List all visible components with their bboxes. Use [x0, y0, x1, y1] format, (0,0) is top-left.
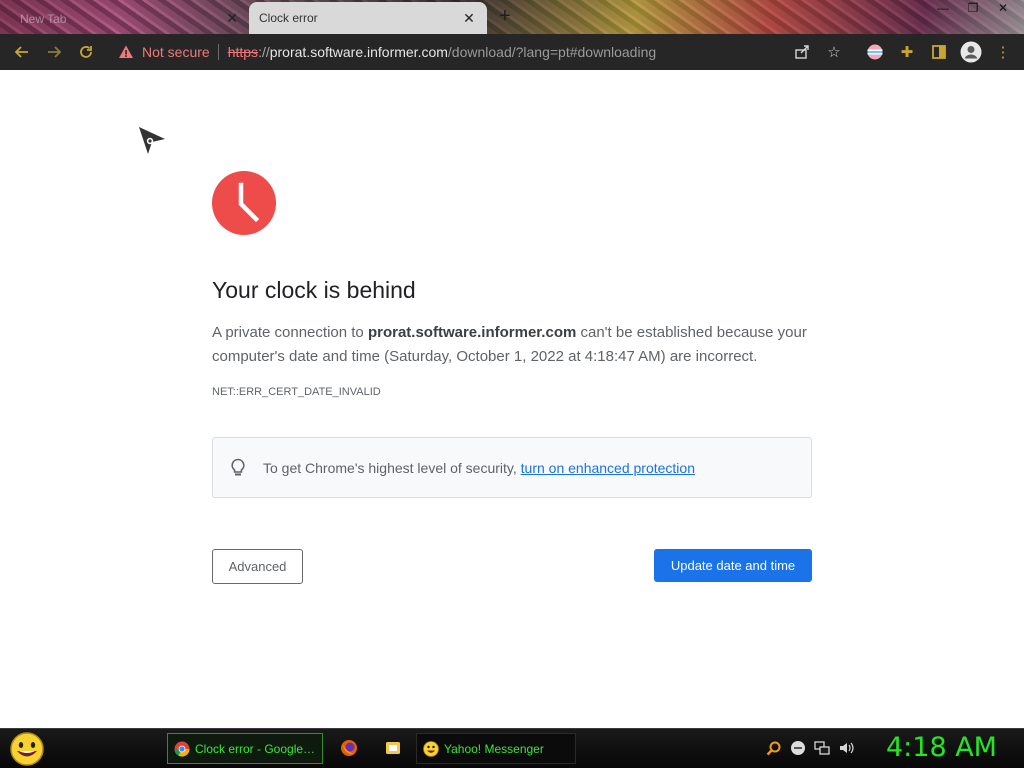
close-window-button[interactable]: ✕: [988, 0, 1018, 18]
taskbar-item-yahoo-messenger[interactable]: Yahoo! Messenger: [416, 733, 576, 764]
mouse-cursor-icon: [139, 127, 165, 154]
system-tray: [766, 739, 854, 757]
bookmark-star-icon[interactable]: ☆: [824, 42, 844, 62]
restore-button[interactable]: ❐: [958, 0, 988, 18]
page-title: Your clock is behind: [212, 277, 416, 303]
back-button[interactable]: [8, 38, 36, 66]
description-prefix: A private connection to: [212, 324, 368, 341]
reload-icon: [80, 46, 92, 58]
url-separator: ://: [258, 44, 270, 60]
task-label: Clock error - Google ...: [195, 741, 316, 756]
tab-label: New Tab: [20, 12, 67, 26]
close-icon[interactable]: ✕: [461, 10, 477, 27]
start-button-smiley-icon[interactable]: [8, 731, 46, 767]
reload-button[interactable]: [72, 38, 100, 66]
task-label: Yahoo! Messenger: [444, 741, 544, 756]
profile-avatar-icon[interactable]: [958, 38, 984, 66]
firefox-icon[interactable]: [340, 739, 358, 757]
volume-icon[interactable]: [838, 739, 854, 757]
taskbar-item-chrome[interactable]: Clock error - Google ...: [167, 733, 323, 764]
sidebar-icon[interactable]: [926, 38, 952, 66]
advanced-button[interactable]: Advanced: [212, 549, 303, 584]
error-code[interactable]: NET::ERR_CERT_DATE_INVALID: [212, 386, 381, 398]
enhanced-protection-link[interactable]: turn on enhanced protection: [521, 460, 695, 476]
url-text[interactable]: https://prorat.software.informer.com/dow…: [228, 44, 656, 60]
description-host: prorat.software.informer.com: [367, 324, 577, 341]
status-emoticon-icon[interactable]: [790, 739, 806, 757]
enhanced-protection-text: To get Chrome's highest level of securit…: [263, 460, 695, 476]
folder-icon[interactable]: [384, 739, 402, 757]
tab-strip: New Tab ✕ Clock error ✕ + — ❐ ✕: [0, 0, 1024, 34]
clock-error-icon: [212, 171, 276, 235]
menu-kebab-icon[interactable]: ⋮: [990, 38, 1016, 66]
tab-clock-error[interactable]: Clock error ✕: [249, 2, 487, 34]
omnibox-actions: ☆: [792, 42, 844, 62]
lightbulb-icon: [231, 458, 245, 475]
divider: [217, 44, 219, 60]
taskbar-clock[interactable]: 4:18 AM: [886, 732, 997, 763]
network-icon[interactable]: [814, 739, 830, 757]
flag-extension-icon[interactable]: [862, 38, 888, 66]
warning-icon[interactable]: [118, 44, 134, 60]
share-icon[interactable]: [792, 42, 812, 62]
update-date-time-button[interactable]: Update date and time: [654, 549, 812, 582]
arrow-right-icon: [48, 46, 62, 58]
interstitial-page: Your clock is behind A private connectio…: [0, 70, 1024, 728]
address-bar[interactable]: Not secure https://prorat.software.infor…: [108, 38, 848, 66]
enhanced-protection-banner: To get Chrome's highest level of securit…: [212, 437, 812, 498]
extensions-area: ✚ ⋮: [862, 38, 1016, 66]
window-controls: — ❐ ✕: [928, 0, 1018, 18]
yahoo-messenger-icon: [423, 740, 439, 757]
minimize-button[interactable]: —: [928, 0, 958, 18]
tab-label: Clock error: [259, 11, 318, 25]
close-icon[interactable]: ✕: [226, 10, 238, 27]
browser-toolbar: Not secure https://prorat.software.infor…: [0, 34, 1024, 70]
search-icon[interactable]: [766, 739, 782, 757]
error-description: A private connection to prorat.software.…: [212, 321, 812, 369]
taskbar: Clock error - Google ... Yahoo! Messenge…: [0, 728, 1024, 768]
new-tab-button[interactable]: +: [499, 6, 511, 26]
tab-new-tab[interactable]: New Tab ✕: [8, 4, 246, 34]
enhanced-text: To get Chrome's highest level of securit…: [263, 459, 521, 476]
url-path: /download/?lang=pt#downloading: [447, 44, 657, 60]
forward-button[interactable]: [40, 38, 68, 66]
not-secure-label[interactable]: Not secure: [142, 44, 210, 60]
puzzle-icon[interactable]: ✚: [894, 38, 920, 66]
arrow-left-icon: [14, 46, 28, 58]
chrome-icon: [174, 741, 190, 757]
url-scheme: https: [227, 44, 259, 60]
url-host: prorat.software.informer.com: [269, 44, 448, 60]
